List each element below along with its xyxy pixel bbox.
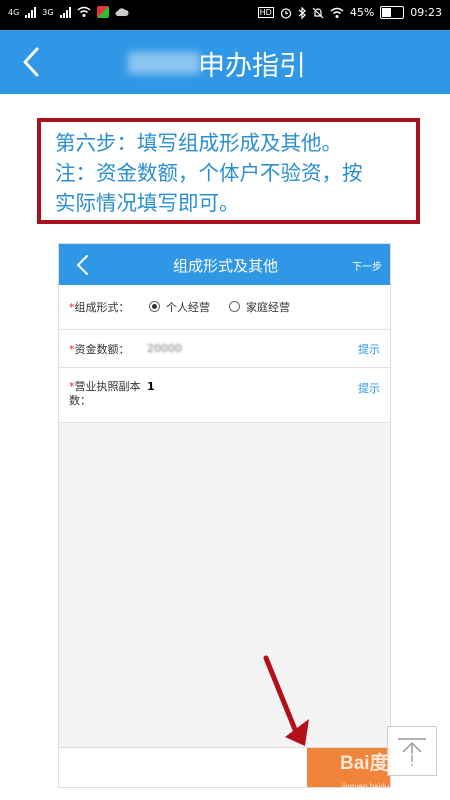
signal-icon — [25, 6, 37, 18]
wifi-icon-right — [330, 7, 344, 18]
watermark-url: jingyan.baidu.com — [342, 782, 407, 791]
battery-icon — [380, 6, 405, 19]
mute-icon — [312, 7, 324, 18]
page-title: 申办指引 — [198, 51, 306, 82]
wifi-icon — [77, 6, 91, 17]
capital-input[interactable]: 20000 — [59, 341, 390, 355]
note-line-1: 第六步：填写组成形成及其他。 — [55, 131, 342, 155]
status-bar: 4G 3G HD 45% 09:23 — [0, 0, 450, 30]
clock-time: 09:23 — [410, 6, 442, 19]
network-type-1: 4G — [8, 7, 20, 17]
inner-header: 组成形式及其他 下一步 — [59, 244, 390, 285]
bluetooth-icon — [298, 6, 306, 19]
composition-row: *组成形式： 个人经营 家庭经营 — [59, 285, 390, 330]
radio-family[interactable] — [229, 301, 240, 312]
option-family-label[interactable]: 家庭经营 — [246, 299, 290, 315]
composition-label: *组成形式： — [69, 301, 130, 314]
signal-icon-2 — [59, 6, 71, 18]
battery-percent: 45% — [349, 6, 375, 19]
license-copies-label: *营业执照副本 1 数： — [69, 380, 155, 407]
capital-row: *资金数额： 20000 提示 — [59, 330, 390, 368]
cloud-icon — [115, 8, 129, 16]
inner-title: 组成形式及其他 — [172, 257, 278, 275]
status-left: 4G 3G — [8, 6, 129, 18]
option-individual-label[interactable]: 个人经营 — [166, 299, 210, 315]
network-type-2: 3G — [42, 7, 54, 17]
baidu-watermark: Bai度经验 jingyan.baidu.com — [340, 748, 450, 796]
title-bar: 申办指引 — [0, 30, 450, 94]
hd-badge: HD — [257, 7, 274, 18]
watermark-text: Bai度经验 — [340, 753, 427, 774]
status-right: HD 45% 09:23 — [257, 6, 442, 19]
instruction-note: 第六步：填写组成形成及其他。 注：资金数额，个体户不验资，按 实际情况填写即可。 — [37, 118, 420, 224]
capital-hint-link[interactable]: 提示 — [358, 341, 380, 357]
next-step-button[interactable]: 下一步 — [352, 258, 382, 273]
note-line-3: 实际情况填写即可。 — [55, 191, 240, 215]
license-copies-row: *营业执照副本 1 数： 提示 — [59, 368, 390, 423]
red-arrow-icon — [263, 655, 309, 746]
app-icon — [96, 6, 109, 18]
license-hint-link[interactable]: 提示 — [358, 380, 380, 396]
chevron-left-icon — [23, 47, 39, 77]
alarm-icon — [280, 7, 291, 19]
blurred-title-prefix — [128, 52, 200, 74]
back-button[interactable] — [14, 44, 50, 80]
embedded-app-screenshot: 组成形式及其他 下一步 *组成形式： 个人经营 家庭经营 *资金数额： 2000… — [58, 243, 391, 788]
license-count[interactable]: 1 — [147, 380, 155, 393]
note-line-2: 注：资金数额，个体户不验资，按 — [55, 161, 363, 185]
capital-value: 20000 — [147, 342, 182, 355]
radio-individual[interactable] — [149, 301, 160, 312]
